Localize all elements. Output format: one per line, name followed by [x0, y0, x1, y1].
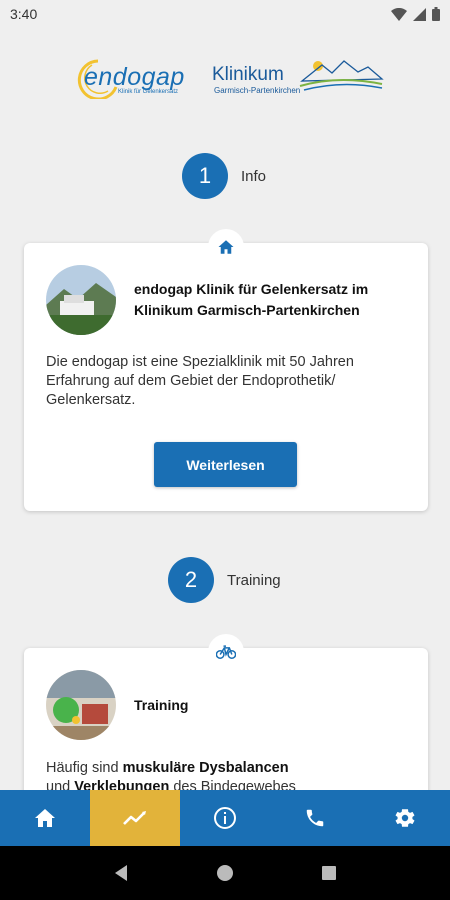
- status-icons: [391, 7, 440, 21]
- home-circle-icon[interactable]: [216, 864, 234, 882]
- clinic-photo: [46, 265, 116, 335]
- step-info-header: 1 Info: [182, 153, 266, 199]
- nav-settings[interactable]: [360, 790, 450, 846]
- wifi-icon: [391, 7, 407, 21]
- step-label: Training: [227, 571, 281, 589]
- card-header: endogap Klinik für Gelenkersatz im Klini…: [46, 265, 416, 335]
- step-number: 2: [168, 557, 214, 603]
- step-label: Info: [241, 167, 267, 185]
- endogap-logo: endogap Klinik für Gelenkersatz: [68, 55, 188, 100]
- battery-icon: [432, 7, 440, 21]
- bottom-nav: [0, 790, 450, 846]
- mountains-icon: [299, 60, 384, 91]
- chart-line-icon: [123, 811, 146, 825]
- card-header: Training: [46, 670, 416, 740]
- phone-icon: [306, 809, 324, 827]
- card-badge: [208, 229, 244, 265]
- system-nav-bar: [0, 846, 450, 900]
- step-number: 1: [182, 153, 228, 199]
- home-icon: [218, 240, 234, 254]
- recents-icon[interactable]: [321, 865, 337, 881]
- card-title: Training: [134, 696, 189, 713]
- signal-icon: [413, 7, 426, 21]
- card-badge: [208, 634, 244, 670]
- back-icon[interactable]: [113, 864, 129, 882]
- gear-icon: [395, 809, 415, 827]
- nav-progress[interactable]: [90, 790, 180, 846]
- bicycle-icon: [216, 645, 236, 659]
- nav-info[interactable]: [180, 790, 270, 846]
- read-more-button[interactable]: Weiterlesen: [154, 442, 297, 487]
- nav-phone[interactable]: [270, 790, 360, 846]
- step-training-header: 2 Training: [168, 557, 281, 603]
- status-time: 3:40: [10, 6, 38, 22]
- training-photo: [46, 670, 116, 740]
- home-icon: [35, 809, 55, 827]
- card-body: Die endogap ist eine Spezialklinik mit 5…: [46, 354, 354, 408]
- info-card: endogap Klinik für Gelenkersatz im Klini…: [24, 229, 428, 511]
- status-bar: 3:40: [0, 0, 450, 28]
- info-icon: [214, 807, 236, 829]
- klinikum-logo: Klinikum Garmisch-Partenkirchen: [210, 55, 385, 100]
- nav-home[interactable]: [0, 790, 90, 846]
- header-logos: endogap Klinik für Gelenkersatz Klinikum…: [0, 55, 450, 105]
- card-title: endogap Klinik für Gelenkersatz im Klini…: [134, 281, 369, 318]
